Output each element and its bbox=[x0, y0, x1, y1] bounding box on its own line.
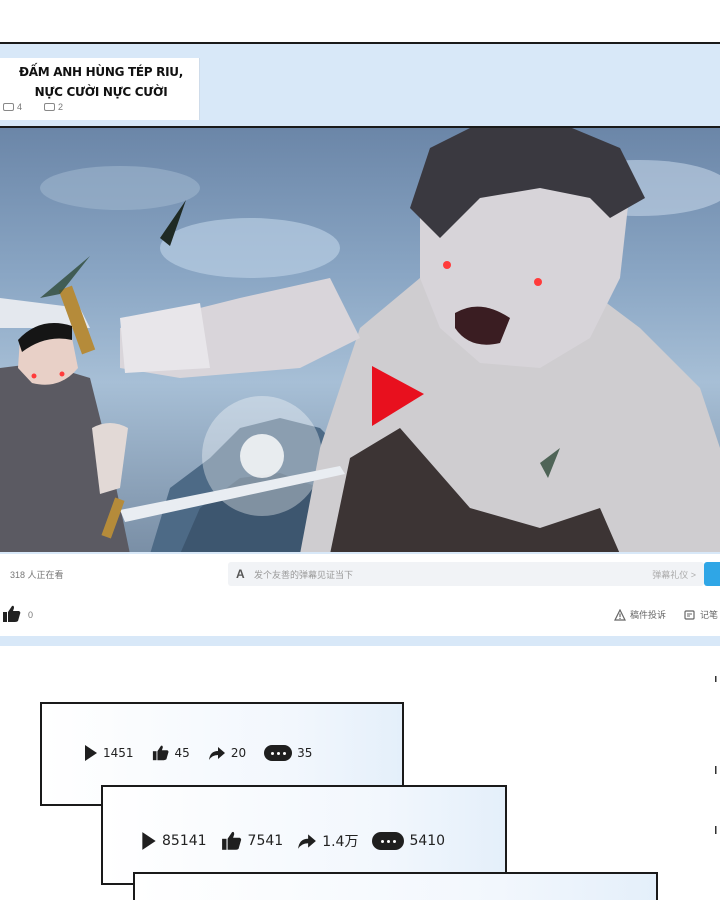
danmaku-bar: 318 人正在看 A 发个友善的弹幕见证当下 弹幕礼仪 > bbox=[0, 554, 720, 596]
comment-icon bbox=[44, 103, 56, 111]
video-panel: ĐẤM ANH HÙNG TÉP RIU, NỰC CƯỜI NỰC CƯỜI … bbox=[0, 42, 720, 646]
plays-count: 1451 bbox=[103, 746, 134, 760]
shares-count: 20 bbox=[230, 746, 247, 760]
notes-button[interactable]: 记笔 bbox=[684, 608, 718, 621]
comment-dots-icon bbox=[372, 832, 405, 850]
play-triangle-icon[interactable] bbox=[368, 364, 428, 428]
stats-row: 1451 45 20 35 bbox=[84, 744, 312, 762]
notes-icon bbox=[684, 609, 695, 620]
comments-count: 35 bbox=[297, 746, 313, 760]
video-frame-illustration bbox=[0, 128, 720, 552]
report-button[interactable]: 稿件投诉 bbox=[614, 608, 666, 621]
action-bar: 0 稿件投诉 记笔 bbox=[0, 596, 720, 636]
comments-count: 5410 bbox=[409, 833, 446, 849]
title-card: ĐẤM ANH HÙNG TÉP RIU, NỰC CƯỜI NỰC CƯỜI … bbox=[0, 58, 200, 120]
video-player[interactable] bbox=[0, 126, 720, 552]
panel-bottom-band bbox=[0, 636, 720, 646]
video-meta: 4 2 bbox=[3, 102, 63, 112]
likes-stat: 7541 bbox=[221, 830, 284, 852]
like-count: 0 bbox=[28, 610, 34, 620]
shares-count: 1.4万 bbox=[322, 834, 359, 850]
report-label: 稿件投诉 bbox=[630, 610, 667, 620]
likes-stat: 45 bbox=[152, 744, 190, 762]
play-icon bbox=[85, 745, 97, 761]
comment-dots-icon bbox=[264, 745, 293, 761]
shares-stat: 1.4万 bbox=[297, 831, 358, 851]
likes-count: 45 bbox=[174, 746, 190, 760]
danmaku-etiquette-link[interactable]: 弹幕礼仪 > bbox=[652, 568, 696, 581]
stats-card bbox=[133, 872, 658, 900]
views-icon bbox=[3, 103, 14, 111]
stats-row: 85141 7541 1.4万 5410 bbox=[141, 830, 445, 852]
comments-stat: 35 bbox=[264, 745, 312, 761]
share-arrow-icon bbox=[298, 834, 317, 849]
plays-stat: 85141 bbox=[141, 831, 207, 851]
comments-stat: 5410 bbox=[372, 832, 445, 850]
notes-label: 记笔 bbox=[700, 610, 719, 620]
play-icon bbox=[142, 832, 156, 850]
comments-count: 2 bbox=[58, 102, 64, 112]
plays-stat: 1451 bbox=[84, 744, 134, 762]
thumbs-up-icon bbox=[221, 831, 241, 850]
comments-meta: 2 bbox=[44, 102, 63, 112]
thumbs-up-icon bbox=[152, 745, 169, 761]
video-title: ĐẤM ANH HÙNG TÉP RIU, NỰC CƯỜI NỰC CƯỜI bbox=[19, 65, 183, 99]
share-arrow-icon bbox=[208, 747, 225, 760]
views-count: 4 bbox=[17, 102, 23, 112]
plays-count: 85141 bbox=[162, 833, 207, 849]
shares-stat: 20 bbox=[208, 745, 246, 761]
warning-icon bbox=[614, 608, 626, 621]
views-meta: 4 bbox=[3, 102, 22, 112]
likes-count: 7541 bbox=[247, 833, 284, 849]
danmaku-style-icon[interactable]: A bbox=[236, 567, 245, 581]
danmaku-placeholder: 发个友善的弹幕见证当下 bbox=[254, 570, 354, 580]
send-danmaku-button[interactable] bbox=[704, 562, 720, 586]
viewer-count: 318 人正在看 bbox=[10, 570, 64, 580]
page-edge-marks bbox=[715, 676, 717, 834]
stats-card: 85141 7541 1.4万 5410 bbox=[101, 785, 507, 885]
danmaku-input[interactable]: A 发个友善的弹幕见证当下 弹幕礼仪 > bbox=[228, 562, 704, 586]
thumbs-up-icon[interactable] bbox=[2, 604, 22, 624]
